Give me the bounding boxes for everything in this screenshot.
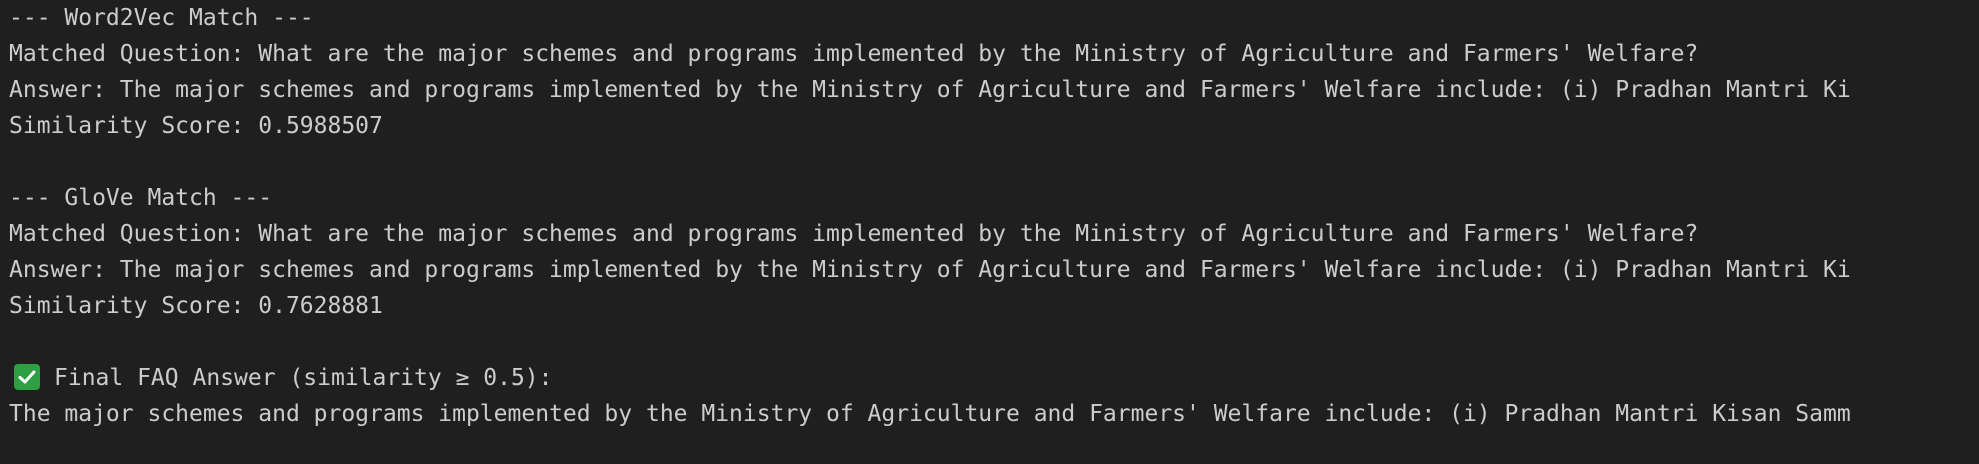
- word2vec-similarity-score: Similarity Score: 0.5988507: [9, 113, 383, 139]
- final-answer-header: Final FAQ Answer (similarity ≥ 0.5):: [54, 365, 553, 391]
- word2vec-header: --- Word2Vec Match ---: [9, 5, 314, 31]
- glove-similarity-score: Similarity Score: 0.7628881: [9, 293, 383, 319]
- glove-header: --- GloVe Match ---: [9, 185, 273, 211]
- final-answer-text: The major schemes and programs implement…: [9, 401, 1851, 427]
- glove-matched-question: Matched Question: What are the major sch…: [9, 221, 1699, 247]
- glove-answer: Answer: The major schemes and programs i…: [9, 257, 1851, 283]
- word2vec-matched-question: Matched Question: What are the major sch…: [9, 41, 1699, 67]
- word2vec-answer: Answer: The major schemes and programs i…: [9, 77, 1851, 103]
- final-answer-header-line: Final FAQ Answer (similarity ≥ 0.5):: [9, 360, 1979, 396]
- terminal-output: --- Word2Vec Match --- Matched Question:…: [0, 0, 1979, 464]
- check-mark-icon: [14, 364, 40, 390]
